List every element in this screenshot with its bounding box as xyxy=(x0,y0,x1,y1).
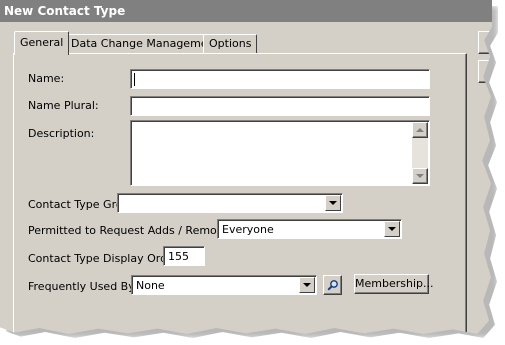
tab-panel-general xyxy=(13,53,467,334)
window-title: New Contact Type xyxy=(0,0,492,22)
tab-data-change-management[interactable]: Data Change Management xyxy=(65,34,225,54)
dialog-window: New Contact Type General Data Change Man… xyxy=(0,0,492,334)
tab-options[interactable]: Options xyxy=(203,34,258,54)
tab-general[interactable]: General xyxy=(14,31,70,55)
